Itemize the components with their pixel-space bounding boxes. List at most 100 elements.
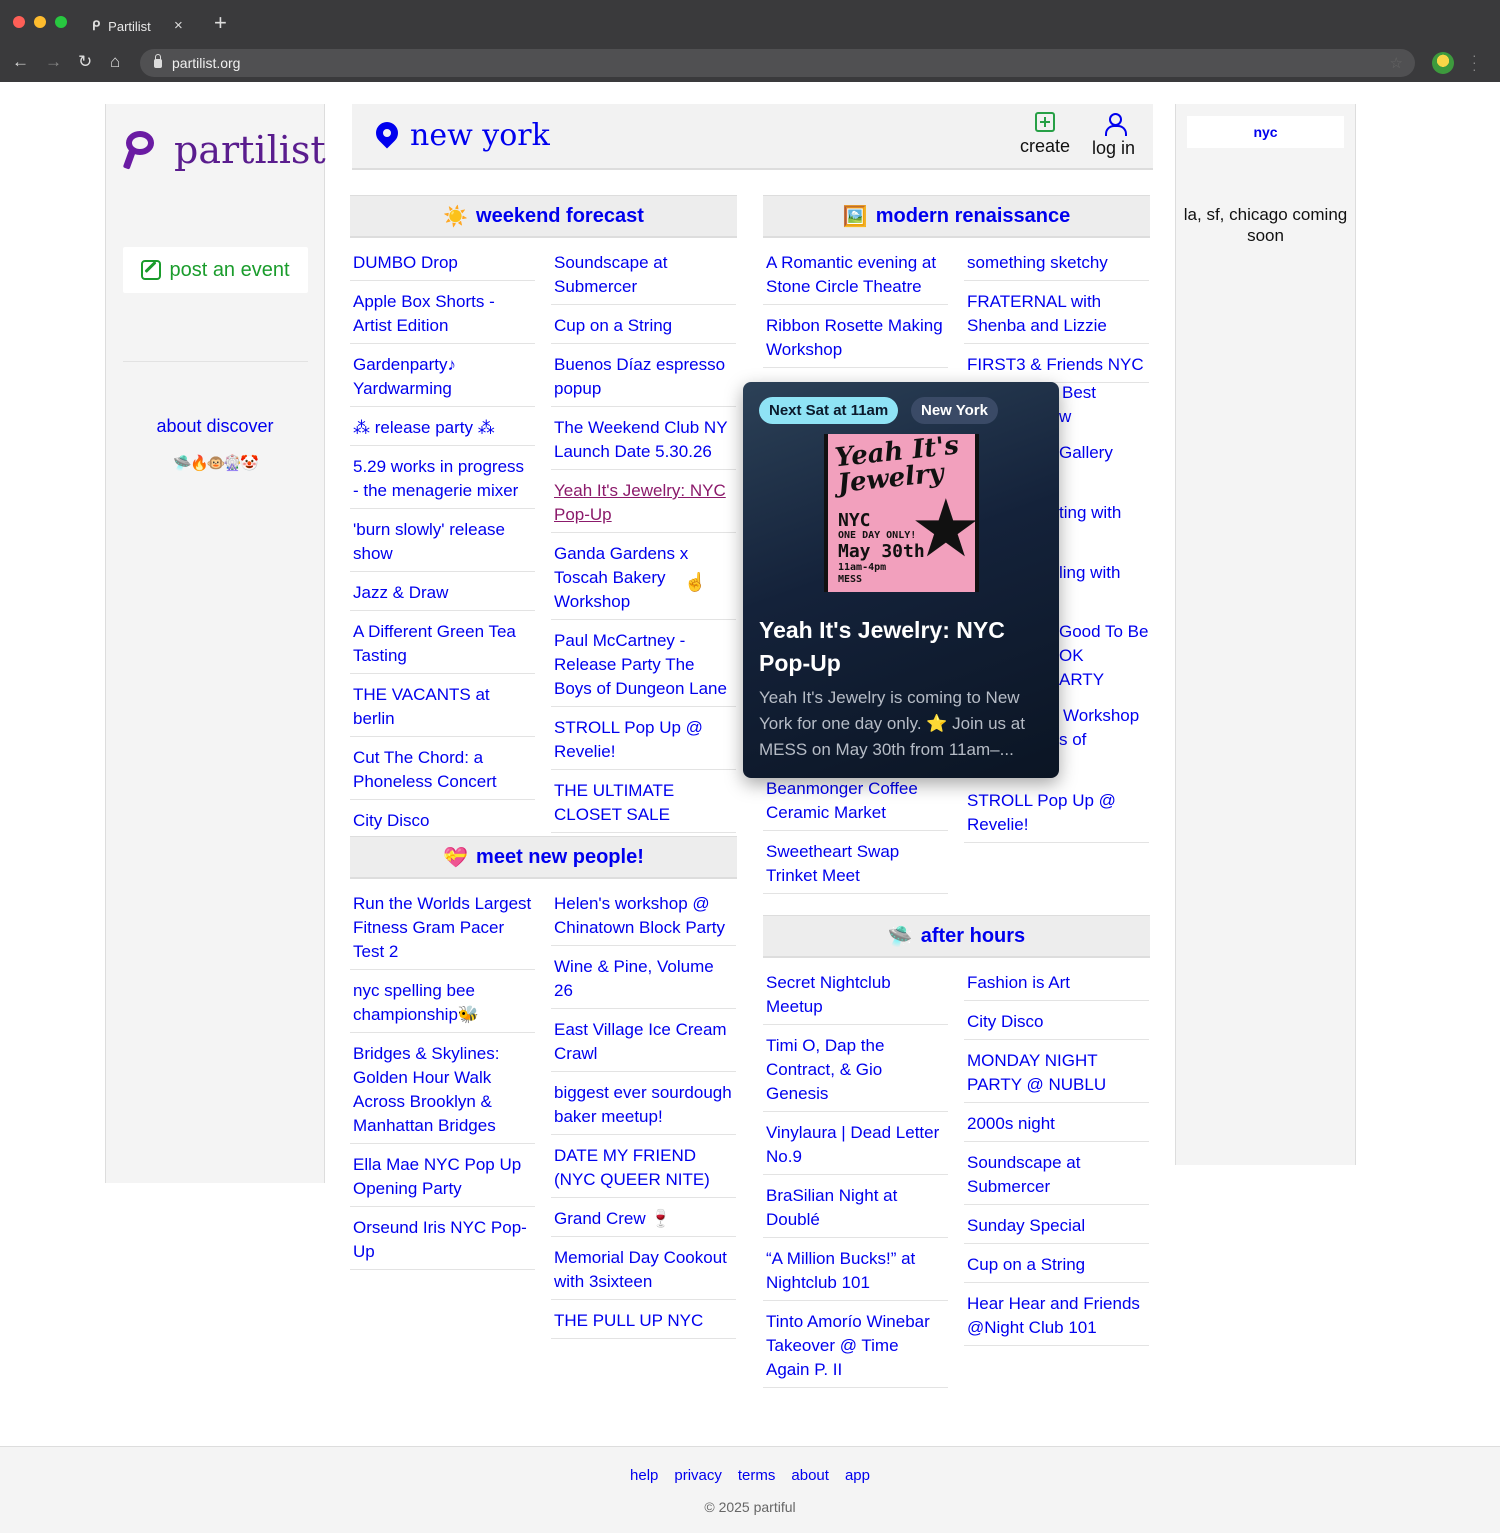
event-link[interactable]: Ella Mae NYC Pop Up Opening Party xyxy=(350,1150,535,1207)
event-link[interactable]: A Romantic evening at Stone Circle Theat… xyxy=(763,248,948,305)
hand-cursor-icon: ☝ xyxy=(684,572,707,592)
footer-link-app[interactable]: app xyxy=(845,1467,870,1484)
city-tab-nyc[interactable]: nyc xyxy=(1187,116,1344,148)
event-link[interactable]: “A Million Bucks!” at Nightclub 101 xyxy=(763,1244,948,1301)
footer-link-terms[interactable]: terms xyxy=(738,1467,776,1484)
create-button[interactable]: create xyxy=(1020,112,1070,157)
partilist-logo[interactable]: partilist xyxy=(124,128,326,172)
event-link[interactable]: City Disco xyxy=(350,806,535,839)
footer-link-about[interactable]: about xyxy=(791,1467,829,1484)
event-link[interactable]: 'burn slowly' release show xyxy=(350,515,535,572)
bookmark-star-icon[interactable]: ☆ xyxy=(1390,54,1403,72)
back-arrow-icon[interactable]: ← xyxy=(12,52,29,72)
event-link[interactable]: Buenos Díaz espresso popup xyxy=(551,350,736,407)
partial-item[interactable]: Best xyxy=(1062,383,1096,403)
partial-item[interactable]: Workshop xyxy=(1063,706,1139,726)
event-link[interactable]: Beanmonger Coffee Ceramic Market xyxy=(763,774,948,831)
event-link[interactable]: DATE MY FRIEND (NYC QUEER NITE) xyxy=(551,1141,736,1198)
partial-item[interactable]: w xyxy=(1059,407,1071,427)
event-link[interactable]: DUMBO Drop xyxy=(350,248,535,281)
event-link[interactable]: THE VACANTS at berlin xyxy=(350,680,535,737)
section-title: weekend forecast xyxy=(476,204,644,227)
event-link[interactable]: Secret Nightclub Meetup xyxy=(763,968,948,1025)
footer-link-privacy[interactable]: privacy xyxy=(674,1467,722,1484)
event-link[interactable]: FIRST3 & Friends NYC xyxy=(964,350,1149,383)
city-title[interactable]: new york xyxy=(410,118,550,153)
event-link[interactable]: Tinto Amorío Winebar Takeover @ Time Aga… xyxy=(763,1307,948,1388)
event-link[interactable]: The Weekend Club NY Launch Date 5.30.26 xyxy=(551,413,736,470)
location-pin-icon xyxy=(371,117,403,149)
event-link[interactable]: Memorial Day Cookout with 3sixteen xyxy=(551,1243,736,1300)
event-link[interactable]: Wine & Pine, Volume 26 xyxy=(551,952,736,1009)
event-link[interactable]: Jazz & Draw xyxy=(350,578,535,611)
event-link[interactable]: Soundscape at Submercer xyxy=(551,248,736,305)
footer-link-help[interactable]: help xyxy=(630,1467,658,1484)
profile-avatar[interactable] xyxy=(1432,52,1454,74)
event-link[interactable]: Gardenparty♪ Yardwarming xyxy=(350,350,535,407)
tab-close-icon[interactable]: × xyxy=(174,17,183,34)
login-label: log in xyxy=(1092,138,1136,158)
event-link[interactable]: MONDAY NIGHT PARTY @ NUBLU xyxy=(964,1046,1149,1103)
event-link[interactable]: biggest ever sourdough baker meetup! xyxy=(551,1078,736,1135)
partial-item[interactable]: Good To Be xyxy=(1059,622,1148,642)
login-button[interactable]: log in xyxy=(1092,112,1135,159)
partial-item[interactable]: Gallery xyxy=(1059,443,1113,463)
browser-tab[interactable]: ᑭ Partilist × xyxy=(80,8,200,44)
event-link[interactable]: STROLL Pop Up @ Revelie! xyxy=(551,713,736,770)
event-link[interactable]: 2000s night xyxy=(964,1109,1149,1142)
plus-square-icon xyxy=(1035,112,1056,132)
event-link[interactable]: nyc spelling bee championship🐝 xyxy=(350,976,535,1033)
event-link[interactable]: City Disco xyxy=(964,1007,1149,1040)
forward-arrow-icon[interactable]: → xyxy=(45,52,62,72)
partial-item[interactable]: ARTY xyxy=(1059,670,1104,690)
event-link[interactable]: East Village Ice Cream Crawl xyxy=(551,1015,736,1072)
partial-item[interactable]: ling with xyxy=(1059,563,1120,583)
event-link[interactable]: Bridges & Skylines: Golden Hour Walk Acr… xyxy=(350,1039,535,1144)
event-link[interactable]: Run the Worlds Largest Fitness Gram Pace… xyxy=(350,889,535,970)
event-link[interactable]: STROLL Pop Up @ Revelie! xyxy=(964,786,1149,843)
weekend-col-2: Soundscape at Submercer Cup on a String Bu… xyxy=(551,248,736,839)
event-link[interactable]: something sketchy xyxy=(964,248,1149,281)
event-link[interactable]: Cut The Chord: a Phoneless Concert xyxy=(350,743,535,800)
event-link[interactable]: BraSilian Night at Doublé xyxy=(763,1181,948,1238)
close-window-button[interactable] xyxy=(13,16,25,28)
event-link[interactable]: Hear Hear and Friends @Night Club 101 xyxy=(964,1289,1149,1346)
event-link[interactable]: Yeah It's Jewelry: NYC Pop-Up xyxy=(551,476,736,533)
coming-soon-text: la, sf, chicago coming soon xyxy=(1183,205,1348,245)
event-link[interactable]: Ganda Gardens x Toscah Bakery Workshop xyxy=(551,539,736,620)
reload-icon[interactable]: ↻ xyxy=(78,52,92,72)
event-link[interactable]: FRATERNAL with Shenba and Lizzie xyxy=(964,287,1149,344)
new-tab-button[interactable]: + xyxy=(214,12,227,34)
event-link[interactable]: Fashion is Art xyxy=(964,968,1149,1001)
maximize-window-button[interactable] xyxy=(55,16,67,28)
minimize-window-button[interactable] xyxy=(34,16,46,28)
event-link[interactable]: Orseund Iris NYC Pop-Up xyxy=(350,1213,535,1270)
event-link[interactable]: Grand Crew 🍷 xyxy=(551,1204,736,1237)
event-link[interactable]: Timi O, Dap the Contract, & Gio Genesis xyxy=(763,1031,948,1112)
post-event-button[interactable]: post an event xyxy=(123,247,308,293)
event-link[interactable]: A Different Green Tea Tasting xyxy=(350,617,535,674)
event-link[interactable]: THE ULTIMATE CLOSET SALE xyxy=(551,776,736,833)
event-link[interactable]: Vinylaura | Dead Letter No.9 xyxy=(763,1118,948,1175)
event-link[interactable]: 5.29 works in progress - the menagerie m… xyxy=(350,452,535,509)
event-link[interactable]: Cup on a String xyxy=(551,311,736,344)
event-link[interactable]: Apple Box Shorts - Artist Edition xyxy=(350,287,535,344)
partial-item[interactable]: s of xyxy=(1059,730,1086,750)
event-link[interactable]: Cup on a String xyxy=(964,1250,1149,1283)
event-link[interactable]: ⁂ release party ⁂ xyxy=(350,413,535,446)
event-link[interactable]: Sweetheart Swap Trinket Meet xyxy=(763,837,948,894)
event-link[interactable]: THE PULL UP NYC xyxy=(551,1306,736,1339)
event-link[interactable]: Soundscape at Submercer xyxy=(964,1148,1149,1205)
browser-menu-icon[interactable]: · · · xyxy=(1472,48,1477,76)
home-icon[interactable]: ⌂ xyxy=(110,52,120,72)
event-link[interactable]: Sunday Special xyxy=(964,1211,1149,1244)
event-link[interactable]: Helen's workshop @ Chinatown Block Party xyxy=(551,889,736,946)
tab-favicon-icon: ᑭ xyxy=(92,18,101,33)
partial-item[interactable]: ting with xyxy=(1059,503,1121,523)
event-link[interactable]: Paul McCartney - Release Party The Boys … xyxy=(551,626,736,707)
about-discover-link[interactable]: about discover xyxy=(106,416,324,437)
event-link[interactable]: Ribbon Rosette Making Workshop xyxy=(763,311,948,368)
address-bar[interactable]: partilist.org ☆ xyxy=(140,49,1415,77)
event-preview-popup[interactable]: Next Sat at 11am New York Yeah It's Jewe… xyxy=(743,382,1059,778)
partial-item[interactable]: OK xyxy=(1059,646,1084,666)
